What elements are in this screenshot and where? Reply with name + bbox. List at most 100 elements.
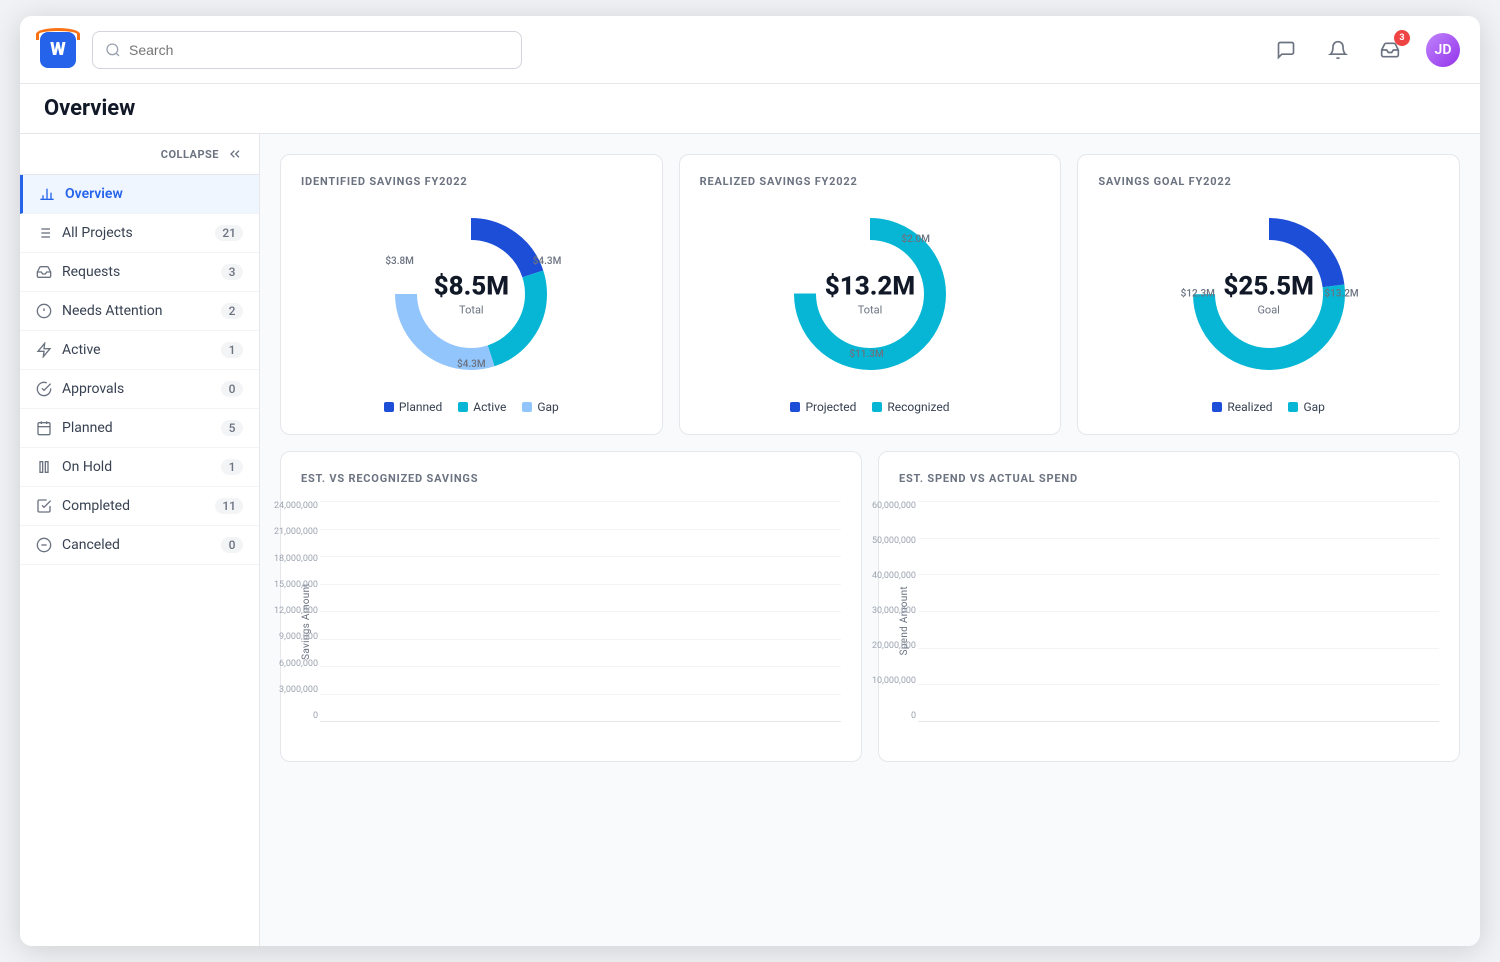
search-input[interactable] [129,42,509,58]
sidebar-label-active: Active [62,342,211,358]
sidebar-count-requests: 3 [221,264,243,280]
collapse-label: COLLAPSE [161,148,219,161]
realized-savings-donut: $13.2M Total $2.0M $11.3M [780,204,960,384]
sidebar-item-canceled[interactable]: Canceled 0 [20,526,259,565]
search-box[interactable] [92,31,522,69]
est-vs-recognized-title: EST. VS RECOGNIZED SAVINGS [301,472,841,485]
legend-projected: Projected [790,400,856,414]
legend-recognized: Recognized [872,400,949,414]
nav-icons: 3 JD [1270,33,1460,67]
sidebar-count-active: 1 [221,342,243,358]
legend-active: Active [458,400,506,414]
sidebar-item-overview[interactable]: Overview [20,175,259,214]
sidebar-label-overview: Overview [65,186,243,202]
logo-arc [36,28,80,40]
sidebar-item-approvals[interactable]: Approvals 0 [20,370,259,409]
sidebar-label-on-hold: On Hold [62,459,211,475]
savings-goal-card: SAVINGS GOAL FY2022 $25.5M Goal [1077,154,1460,435]
savings-goal-value: $25.5M [1223,272,1313,302]
top-nav: W 3 [20,16,1480,84]
realized-savings-card: REALIZED SAVINGS FY2022 $13.2M [679,154,1062,435]
savings-goal-center: $25.5M Goal [1223,272,1313,317]
main-content: IDENTIFIED SAVINGS FY2022 [260,134,1480,946]
chat-button[interactable] [1270,34,1302,66]
chart-bar-icon [39,186,55,202]
sidebar-collapse-button[interactable]: COLLAPSE [20,134,259,175]
sidebar-count-completed: 11 [215,498,243,514]
est-vs-recognized-inner: 24,000,000 21,000,000 18,000,000 15,000,… [320,501,841,741]
legend-gap: Gap [522,400,558,414]
sidebar-label-needs-attention: Needs Attention [62,303,211,319]
identified-savings-center: $8.5M Total [434,272,509,317]
y-labels: 24,000,000 21,000,000 18,000,000 15,000,… [268,501,318,721]
legend-dot-active [458,402,468,412]
realized-label-top: $2.0M [901,234,930,245]
list-icon [36,225,52,241]
savings-goal-donut: $25.5M Goal $12.3M $13.2M [1179,204,1359,384]
est-vs-actual-chart-area: Spend Amount 60,000,000 50,000,000 40,00… [899,501,1439,741]
sidebar-item-active[interactable]: Active 1 [20,331,259,370]
realized-savings-value: $13.2M [825,272,915,302]
sidebar-label-all-projects: All Projects [62,225,205,241]
notifications-button[interactable] [1322,34,1354,66]
logo: W [40,32,76,68]
sidebar-count-canceled: 0 [221,537,243,553]
body-area: COLLAPSE Overview All Projects 21 [20,134,1480,946]
legend-planned: Planned [384,400,442,414]
est-vs-actual-title: EST. SPEND VS ACTUAL SPEND [899,472,1439,485]
sidebar: COLLAPSE Overview All Projects 21 [20,134,260,946]
sidebar-item-planned[interactable]: Planned 5 [20,409,259,448]
legend-goal-gap: Gap [1288,400,1324,414]
pause-icon [36,459,52,475]
realized-savings-center: $13.2M Total [825,272,915,317]
legend-dot-gap [522,402,532,412]
collapse-icon [227,146,243,162]
sidebar-label-requests: Requests [62,264,211,280]
legend-dot-recognized [872,402,882,412]
legend-realized: Realized [1212,400,1272,414]
alert-circle-icon [36,303,52,319]
sidebar-item-requests[interactable]: Requests 3 [20,253,259,292]
identified-savings-title: IDENTIFIED SAVINGS FY2022 [301,175,642,188]
identified-savings-card: IDENTIFIED SAVINGS FY2022 [280,154,663,435]
goal-label-left: $12.3M [1181,289,1215,300]
sidebar-count-all-projects: 21 [215,225,243,241]
inbox-icon [36,264,52,280]
avatar[interactable]: JD [1426,33,1460,67]
inbox-button[interactable]: 3 [1374,34,1406,66]
identified-label-topleft: $3.8M [385,256,414,267]
identified-label-topright: $4.3M [533,256,562,267]
sidebar-item-all-projects[interactable]: All Projects 21 [20,214,259,253]
inbox-badge: 3 [1394,30,1410,46]
est-vs-recognized-card: EST. VS RECOGNIZED SAVINGS Savings Amoun… [280,451,862,762]
legend-dot-planned [384,402,394,412]
realized-savings-title: REALIZED SAVINGS FY2022 [700,175,1041,188]
savings-goal-title: SAVINGS GOAL FY2022 [1098,175,1439,188]
check-square-icon [36,498,52,514]
bar-charts-row: EST. VS RECOGNIZED SAVINGS Savings Amoun… [280,451,1460,762]
sidebar-count-planned: 5 [221,420,243,436]
sidebar-label-completed: Completed [62,498,205,514]
est-vs-recognized-chart-area: Savings Amount 24,000,000 21,000,000 18,… [301,501,841,741]
est-vs-actual-card: EST. SPEND VS ACTUAL SPEND Spend Amount … [878,451,1460,762]
sidebar-count-on-hold: 1 [221,459,243,475]
legend-dot-projected [790,402,800,412]
identified-savings-donut: $8.5M Total $3.8M $4.3M $4.3M [381,204,561,384]
sidebar-item-completed[interactable]: Completed 11 [20,487,259,526]
savings-goal-legend: Realized Gap [1212,400,1325,414]
page-title-bar: Overview [20,84,1480,134]
realized-savings-chart: $13.2M Total $2.0M $11.3M Projected [700,204,1041,414]
identified-savings-value: $8.5M [434,272,509,302]
sidebar-label-approvals: Approvals [62,381,211,397]
legend-dot-realized [1212,402,1222,412]
sidebar-label-planned: Planned [62,420,211,436]
identified-label-bottom: $4.3M [457,359,486,370]
sidebar-item-on-hold[interactable]: On Hold 1 [20,448,259,487]
calendar-icon [36,420,52,436]
sidebar-count-approvals: 0 [221,381,243,397]
y-labels-spend: 60,000,000 50,000,000 40,000,000 30,000,… [866,501,916,721]
sidebar-count-needs-attention: 2 [221,303,243,319]
est-vs-actual-inner: 60,000,000 50,000,000 40,000,000 30,000,… [918,501,1439,741]
search-icon [105,42,121,58]
sidebar-item-needs-attention[interactable]: Needs Attention 2 [20,292,259,331]
